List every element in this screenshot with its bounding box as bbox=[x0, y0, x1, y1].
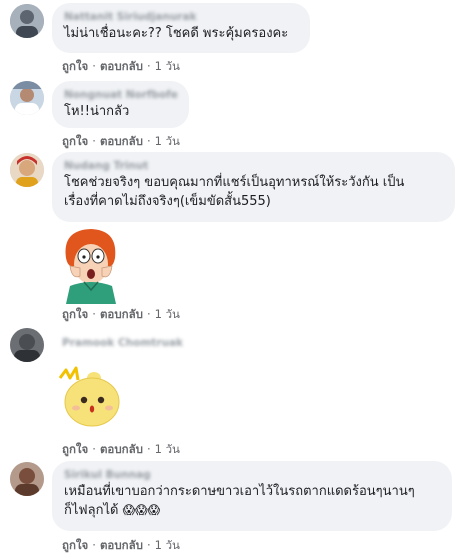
comment-text-fragment: ก็ไฟลุกได้ bbox=[64, 503, 119, 518]
like-link[interactable]: ถูกใจ bbox=[62, 538, 88, 552]
comment-text: ไม่น่าเชื่อนะคะ?? โชคดี พระคุ้มครองคะ bbox=[64, 26, 289, 41]
screaming-face-emoji-icon: 😱😱😱 bbox=[122, 503, 161, 517]
reply-link[interactable]: ตอบกลับ bbox=[100, 538, 143, 552]
commenter-name[interactable]: Nongnuat Norfbofe bbox=[64, 88, 178, 102]
commenter-name[interactable]: Sirikul Bunnag bbox=[64, 468, 440, 482]
avatar[interactable] bbox=[10, 462, 44, 496]
comment-bubble: Nongnuat Norfbofe โห!!น่ากลัว bbox=[52, 81, 189, 128]
separator: · bbox=[146, 134, 151, 148]
comment-bubble: Nudang Trinut โชคช่วยจริงๆ ขอบคุณมากที่แ… bbox=[52, 152, 455, 222]
separator: · bbox=[146, 307, 151, 321]
comment-actions: ถูกใจ · ตอบกลับ · 1 วัน bbox=[62, 58, 180, 76]
shocked-woman-sticker-icon bbox=[65, 229, 116, 304]
comment-text: เรื่องที่คาดไม่ถึงจริงๆ(เข็มขัดสั้น555) bbox=[64, 194, 271, 209]
timestamp[interactable]: 1 วัน bbox=[155, 538, 180, 552]
separator: · bbox=[92, 134, 96, 148]
timestamp[interactable]: 1 วัน bbox=[155, 442, 180, 456]
reply-link[interactable]: ตอบกลับ bbox=[100, 134, 143, 148]
comment-actions: ถูกใจ · ตอบกลับ · 1 วัน bbox=[62, 537, 180, 555]
comment-actions: ถูกใจ · ตอบกลับ · 1 วัน bbox=[62, 306, 180, 324]
commenter-name[interactable]: Nudang Trinut bbox=[64, 159, 443, 173]
profile-photo-icon bbox=[10, 462, 44, 496]
profile-photo-icon bbox=[10, 153, 44, 187]
avatar[interactable] bbox=[10, 328, 44, 362]
like-link[interactable]: ถูกใจ bbox=[62, 134, 88, 148]
comment-text: โห!!น่ากลัว bbox=[64, 104, 130, 119]
avatar[interactable] bbox=[10, 4, 44, 38]
profile-photo-icon bbox=[10, 328, 44, 362]
separator: · bbox=[146, 538, 151, 552]
separator: · bbox=[146, 442, 151, 456]
separator: · bbox=[92, 538, 96, 552]
timestamp[interactable]: 1 วัน bbox=[155, 134, 180, 148]
avatar[interactable] bbox=[10, 81, 44, 115]
comment-bubble: Nattanit Siriudjanurak ไม่น่าเชื่อนะคะ??… bbox=[52, 3, 310, 53]
like-link[interactable]: ถูกใจ bbox=[62, 59, 88, 73]
separator: · bbox=[92, 59, 96, 73]
separator: · bbox=[92, 307, 96, 321]
sticker-image bbox=[58, 224, 124, 304]
like-link[interactable]: ถูกใจ bbox=[62, 307, 88, 321]
separator: · bbox=[92, 442, 96, 456]
like-link[interactable]: ถูกใจ bbox=[62, 442, 88, 456]
comment-text: เหมือนที่เขาบอกว่ากระดาษขาวเอาไว้ในรถตาก… bbox=[64, 484, 415, 499]
comment-actions: ถูกใจ · ตอบกลับ · 1 วัน bbox=[62, 133, 180, 151]
comment-bubble: Sirikul Bunnag เหมือนที่เขาบอกว่ากระดาษข… bbox=[52, 461, 452, 531]
comment-actions: ถูกใจ · ตอบกลับ · 1 วัน bbox=[62, 441, 180, 459]
profile-photo-icon bbox=[10, 81, 44, 115]
yellow-character-sticker-icon bbox=[58, 366, 120, 427]
comment-text: โชคช่วยจริงๆ ขอบคุณมากที่แชร์เป็นอุทาหรณ… bbox=[64, 175, 405, 190]
separator: · bbox=[146, 59, 151, 73]
commenter-name[interactable]: Nattanit Siriudjanurak bbox=[64, 10, 298, 24]
reply-link[interactable]: ตอบกลับ bbox=[100, 442, 143, 456]
timestamp[interactable]: 1 วัน bbox=[155, 59, 180, 73]
reply-link[interactable]: ตอบกลับ bbox=[100, 307, 143, 321]
sticker-image bbox=[58, 364, 124, 430]
profile-photo-icon bbox=[10, 4, 44, 38]
avatar[interactable] bbox=[10, 153, 44, 187]
commenter-name[interactable]: Pramook Chomtruak bbox=[62, 337, 183, 349]
timestamp[interactable]: 1 วัน bbox=[155, 307, 180, 321]
reply-link[interactable]: ตอบกลับ bbox=[100, 59, 143, 73]
comment-text-line-2: ก็ไฟลุกได้ 😱😱😱 bbox=[64, 501, 440, 520]
